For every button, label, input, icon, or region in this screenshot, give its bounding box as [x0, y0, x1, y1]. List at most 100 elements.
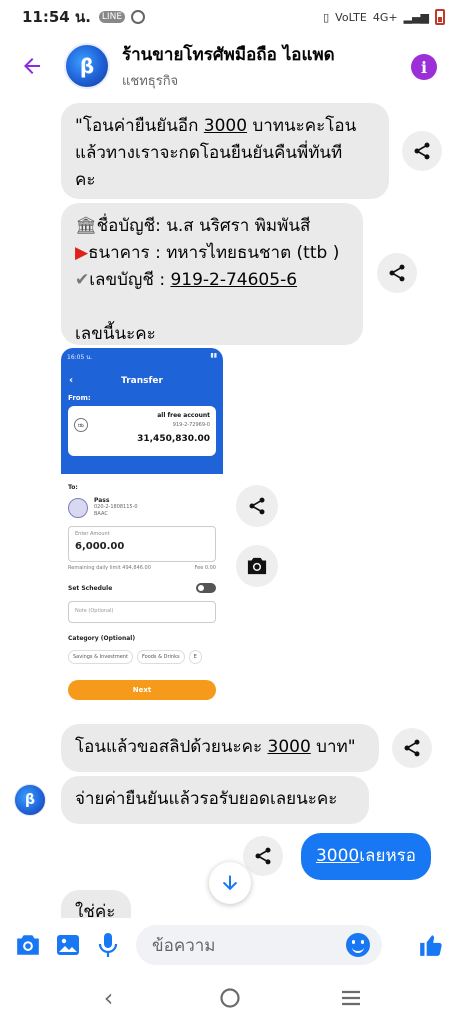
share-icon — [414, 142, 430, 160]
contact-avatar[interactable]: β — [64, 43, 110, 89]
text-part: คะ — [75, 170, 96, 190]
shot-next-button: Next — [68, 680, 216, 700]
message-bubble[interactable]: "โอนค่ายืนยันอีก 3000 บาทนะคะโอน แล้วทาง… — [61, 103, 389, 199]
share-button[interactable] — [402, 131, 442, 171]
notification-icons: LINE — [98, 10, 146, 24]
text-part: "โอนค่ายืนยันอีก — [75, 116, 204, 136]
camera-button[interactable] — [8, 925, 48, 965]
shot-schedule-label: Set Schedule — [68, 584, 113, 592]
line-app-icon: LINE — [98, 11, 126, 23]
text-part: โอนแล้วขอสลิปด้วยนะคะ — [75, 737, 268, 757]
emoji-icon[interactable] — [346, 933, 370, 957]
shot-payee-logo — [68, 497, 88, 518]
account-number-line: ✔เลขบัญชี : 919-2-74605-6 — [75, 267, 349, 294]
microphone-button[interactable] — [88, 925, 128, 965]
message-bubble[interactable]: จ่ายค่ายืนยันแล้วรอรับยอดเลยนะคะ — [61, 776, 369, 824]
contact-info[interactable]: ร้านขายโทรศัพมือถือ ไอแพด แชทธุรกิจ — [122, 41, 335, 91]
shot-payee-bank: BAAC — [94, 511, 108, 517]
menu-lines-icon — [341, 990, 360, 1006]
share-button[interactable] — [392, 728, 432, 768]
sender-avatar[interactable]: β — [14, 784, 46, 816]
shot-daily-limit: Remaining daily limit 494,846.00 — [68, 565, 151, 571]
account-number[interactable]: 919-2-74605-6 — [170, 270, 297, 290]
shot-amount-label: Enter Amount — [75, 531, 110, 537]
chat-header: β ร้านขายโทรศัพมือถือ ไอแพด แชทธุรกิจ i — [0, 34, 459, 98]
text-part: บาทนะคะโอน — [247, 116, 357, 136]
bank-line: ▶ธนาคาร : ทหารไทยธนชาต (ttb ) — [75, 240, 349, 267]
shot-amount-value: 6,000.00 — [75, 541, 125, 552]
message-input[interactable]: ข้อความ — [136, 925, 382, 965]
vibrate-icon: ▯ — [323, 10, 330, 24]
info-icon: i — [420, 57, 428, 77]
signal-icon: ▂▄▆ — [403, 10, 429, 24]
shot-bank-logo: ttb — [74, 418, 88, 432]
thumbs-up-icon — [420, 935, 442, 956]
transfer-screenshot-image[interactable]: 16:05 น. ▮▮ ‹ Transfer From: ttb all free … — [61, 348, 223, 718]
shot-body: To: Pass 020-2-1808115-0 BAAC Enter Amou… — [61, 474, 223, 708]
camera-icon — [247, 557, 267, 575]
shot-to-label: To: — [68, 484, 78, 491]
shot-schedule-toggle — [196, 583, 216, 593]
outgoing-message-bubble[interactable]: 3000เลยหรอ — [300, 833, 431, 880]
shot-chip: Foods & Drinks — [136, 650, 185, 664]
scroll-to-bottom-button[interactable] — [209, 862, 251, 904]
shot-title: Transfer — [121, 376, 163, 386]
back-button[interactable] — [0, 34, 64, 98]
shot-status-icons: ▮▮ — [210, 352, 217, 359]
share-button[interactable] — [236, 485, 278, 527]
shot-payee-name: Pass — [94, 497, 110, 504]
shot-account-number: 919-2-72969-0 — [172, 422, 210, 428]
shot-note-field: Note (Optional) — [68, 601, 216, 623]
account-name: ชื่อบัญชี: น.ส นริศรา พิมพันสี — [96, 216, 311, 236]
system-icons: ▯ VoLTE 4G+ ▂▄▆ — [323, 9, 445, 25]
check-mark-icon: ✔ — [75, 270, 90, 290]
shot-limit-row: Remaining daily limit 494,846.00 Fee 0.00 — [68, 565, 216, 571]
shot-status-bar: 16:05 น. ▮▮ — [61, 348, 223, 366]
nav-back-button[interactable]: ‹ — [89, 978, 129, 1018]
red-flag-icon: ▶ — [75, 243, 89, 263]
arrow-down-icon — [223, 875, 237, 891]
message-text: เลยหรอ — [359, 846, 416, 866]
shot-category-chips: Savings & Investment Foods & Drinks E — [68, 650, 216, 664]
nav-recents-button[interactable] — [331, 978, 371, 1018]
shot-chip: Savings & Investment — [68, 650, 133, 664]
info-button[interactable]: i — [411, 54, 437, 80]
volte-icon: VoLTE — [335, 10, 367, 24]
save-image-button[interactable] — [236, 545, 278, 587]
shot-balance: 31,450,830.00 — [137, 434, 210, 444]
share-icon — [255, 847, 271, 865]
message-composer: ข้อความ — [0, 918, 459, 972]
network-label: 4G+ — [372, 10, 398, 24]
message-bubble[interactable]: 🏛ชื่อบัญชี: น.ส นริศรา พิมพันสี ▶ธนาคาร … — [61, 203, 363, 345]
like-button[interactable] — [411, 925, 451, 965]
share-icon — [389, 264, 405, 282]
amount-text: 3000 — [315, 846, 360, 866]
shot-account-type: all free account — [157, 412, 210, 419]
message-text: เลขนี้นะคะ — [75, 324, 156, 344]
shot-from-card: ttb all free account 919-2-72969-0 31,45… — [68, 406, 216, 456]
contact-name: ร้านขายโทรศัพมือถือ ไอแพด — [122, 45, 335, 65]
shot-amount-box: Enter Amount 6,000.00 — [68, 526, 216, 562]
share-button[interactable] — [377, 253, 417, 293]
system-navigation-bar: ‹ — [0, 972, 459, 1024]
shot-payee-account: 020-2-1808115-0 — [94, 504, 138, 510]
text-part: แล้วทางเราจะกดโอนยืนยันคืนพี่ทันที — [75, 143, 343, 163]
shot-time: 16:05 น. — [67, 354, 93, 361]
message-bubble[interactable]: โอนแล้วขอสลิปด้วยนะคะ 3000 บาท" — [61, 724, 379, 772]
message-text: "โอนค่ายืนยันอีก 3000 บาทนะคะโอน แล้วทาง… — [75, 113, 375, 194]
contact-subtitle: แชทธุรกิจ — [122, 74, 179, 89]
home-circle-icon — [219, 988, 240, 1008]
shot-from-label: From: — [68, 394, 91, 402]
amount-text: 3000 — [203, 116, 248, 136]
account-name-line: 🏛ชื่อบัญชี: น.ส นริศรา พิมพันสี — [75, 213, 349, 240]
shot-category-label: Category (Optional) — [68, 635, 136, 642]
share-button[interactable] — [243, 836, 283, 876]
battery-icon — [435, 9, 445, 25]
text-part: บาท" — [310, 737, 356, 757]
shot-chip: E — [188, 650, 202, 664]
gallery-button[interactable] — [48, 925, 88, 965]
share-icon — [249, 497, 265, 515]
status-time: 11:54 น. — [22, 8, 91, 26]
nav-home-button[interactable] — [210, 978, 250, 1018]
